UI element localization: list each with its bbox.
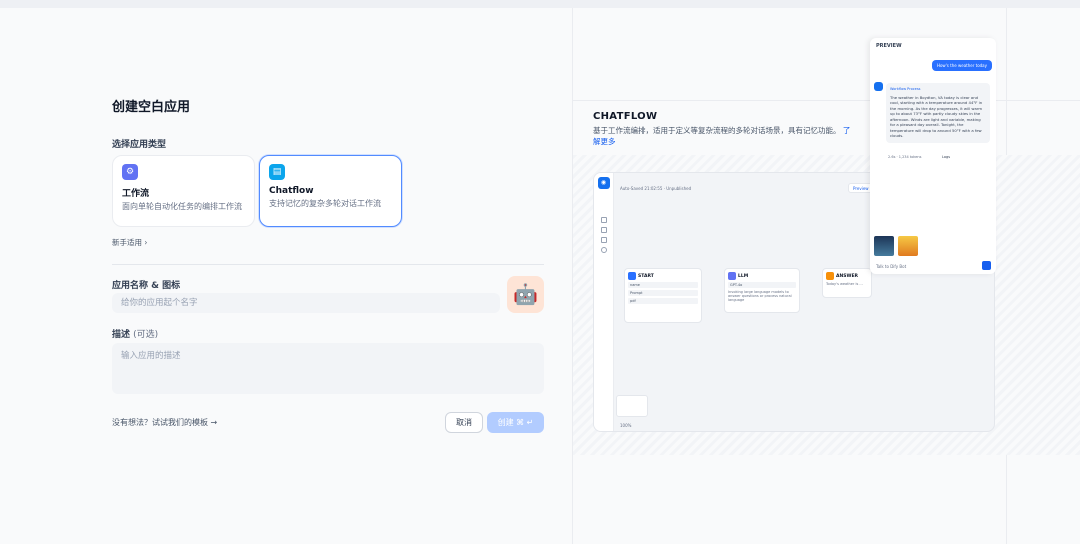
card-name: Chatflow [269,186,314,196]
attachment-thumb [898,236,918,256]
nav-icon [600,247,607,253]
beginner-toggle[interactable]: 新手适用 › [112,237,147,248]
llm-node: LLM GPT-4o Invoking large language model… [724,268,800,313]
app-type-card-chatflow[interactable]: ▤ Chatflow 支持记忆的复杂多轮对话工作流 [259,155,402,227]
start-row: pdf [628,298,698,304]
send-icon [982,261,991,270]
answer-node: ANSWER Today's weather is ... [822,268,872,298]
answer-node-icon [826,272,834,280]
start-row: Prompt [628,290,698,296]
bot-message-text: The weather in Boydton, VA today is clea… [890,94,983,139]
app-type-label: 选择应用类型 [112,140,167,150]
autosave-status: Auto-Saved 21:02:55 · Unpublished [620,186,692,191]
chevron-right-icon: › [144,238,148,247]
start-node: START name Prompt pdf [624,268,702,323]
app-desc-textarea[interactable]: 输入应用的描述 [112,343,544,394]
desc-label-text: 描述 [112,330,131,340]
answer-node-title: ANSWER [836,273,858,279]
grid-line [573,100,1080,101]
card-name: 工作流 [122,189,150,199]
nav-icon [600,227,607,233]
logs-button: Logs [942,155,951,159]
template-link-text: 没有想法？试试我们的模板 [112,418,208,427]
app-type-card-workflow[interactable]: ⚙ 工作流 面向单轮自动化任务的编排工作流 [112,155,255,227]
create-button[interactable]: 创建 ⌘ ↵ [487,412,544,433]
minimap [616,395,648,417]
preview-panel-title: PREVIEW [876,43,902,49]
zoom-level: 100% [620,423,632,428]
start-node-icon [628,272,636,280]
beginner-label: 新手适用 [112,238,142,247]
divider [112,264,544,265]
nav-icon [600,237,607,243]
preview-title: CHATFLOW [593,111,658,122]
card-desc: 面向单轮自动化任务的编排工作流 [122,202,242,211]
editor-sidebar: ◉ [594,173,614,431]
message-meta: 2.6s · 1,234 tokens [888,155,922,159]
attachment-thumb [874,236,894,256]
answer-body: Today's weather is ... [826,282,863,286]
app-name-label: 应用名称 & 图标 [112,281,181,291]
dify-logo-icon: ◉ [597,177,610,189]
bot-message: Workflow Process The weather in Boydton,… [886,83,990,143]
preview-desc: 基于工作流编排，适用于定义等复杂流程的多轮对话场景，具有记忆功能。 了解更多 [593,125,853,147]
cancel-button[interactable]: 取消 [445,412,483,433]
create-button-label: 创建 [497,418,514,427]
llm-node-title: LLM [738,273,749,279]
enter-shortcut-icon: ⌘ ↵ [516,418,534,427]
desc-optional: (可选) [133,330,159,340]
start-row: name [628,282,698,288]
top-bar [0,0,1080,8]
app-name-input[interactable]: 给你的应用起个名字 [112,293,500,313]
card-desc: 支持记忆的复杂多轮对话工作流 [269,199,381,208]
chatflow-preview-panel: CHATFLOW 基于工作流编排，适用于定义等复杂流程的多轮对话场景，具有记忆功… [572,8,1080,544]
preview-desc-text: 基于工作流编排，适用于定义等复杂流程的多轮对话场景，具有记忆功能。 [593,126,841,135]
bot-avatar-icon [874,82,883,91]
llm-model: GPT-4o [728,282,796,288]
chat-icon: ▤ [269,164,285,180]
desc-label: 描述 (可选) [112,327,158,340]
arrow-right-icon: → [210,418,218,427]
workflow-icon: ⚙ [122,164,138,180]
workflow-process-tag: Workflow Process [890,87,921,91]
user-message: How's the weather today [931,60,992,71]
template-link[interactable]: 没有想法？试试我们的模板 → [112,417,217,428]
robot-icon: 🤖 [513,282,538,306]
start-node-title: START [638,273,654,279]
nav-icon [600,217,607,223]
llm-desc: Invoking large language models to answer… [728,290,792,302]
dialog-title: 创建空白应用 [112,100,191,115]
preview-chat-panel: PREVIEW How's the weather today Workflow… [870,38,996,274]
create-form-panel [0,8,572,544]
app-icon-picker[interactable]: 🤖 [507,276,544,313]
llm-node-icon [728,272,736,280]
chat-input-placeholder: Talk to Dify Bot [876,264,907,269]
